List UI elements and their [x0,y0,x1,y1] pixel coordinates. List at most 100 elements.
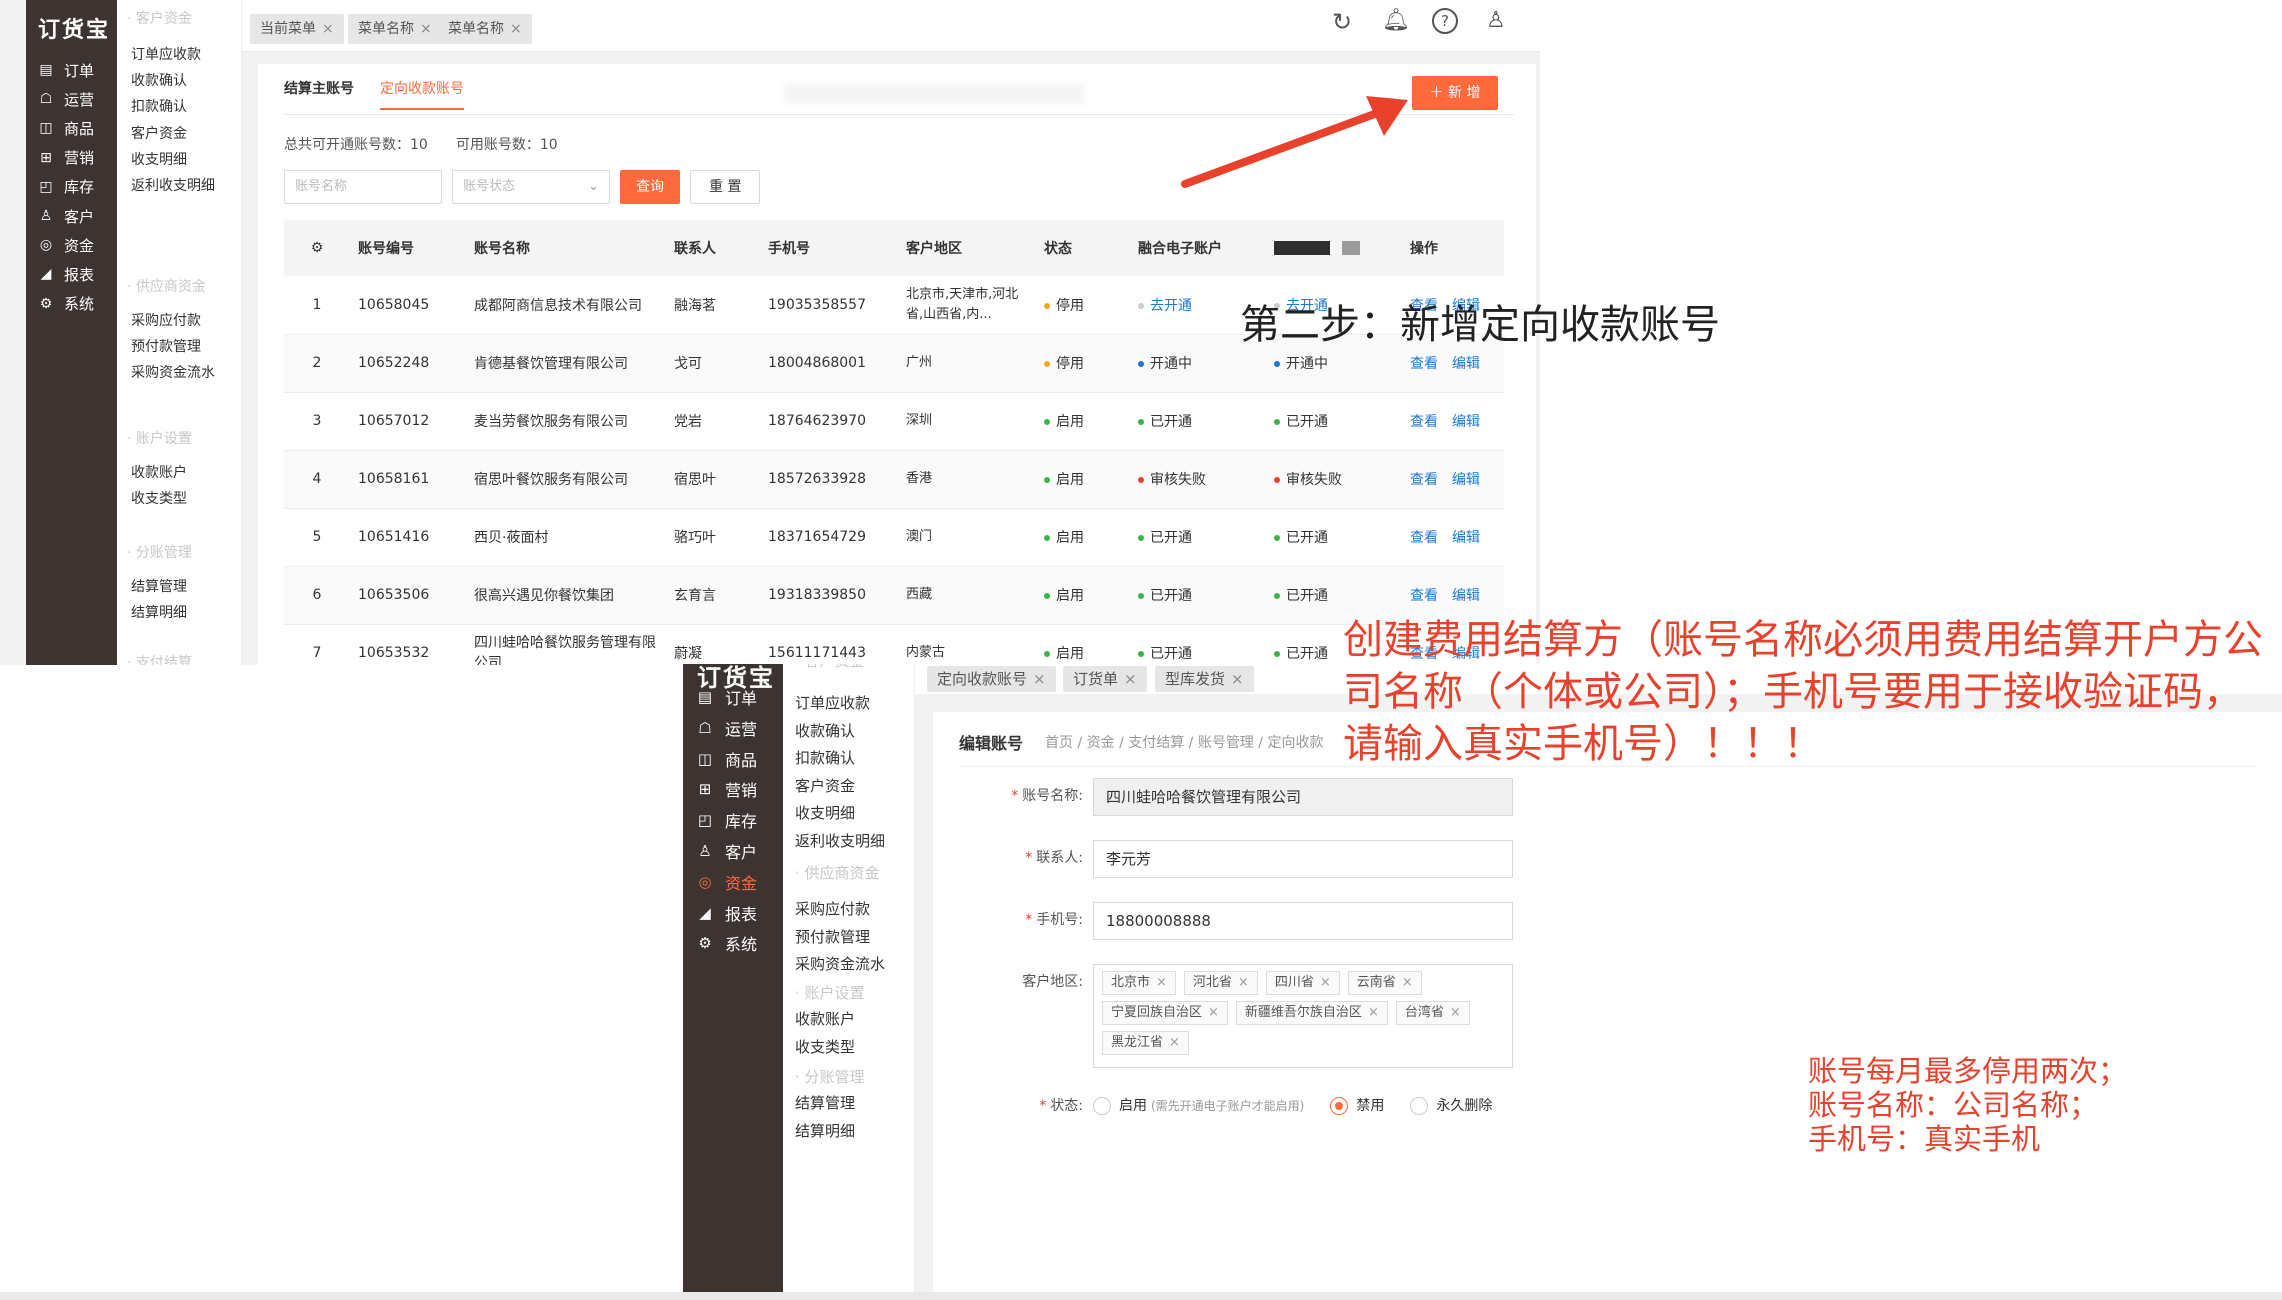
col-account-id: 账号编号 [350,220,466,276]
submenu-item[interactable]: 收款确认 [795,720,855,741]
submenu-item[interactable]: 收支明细 [795,802,855,823]
submenu-item[interactable]: 采购资金流水 [131,362,215,382]
contact-name: 党岩 [666,392,760,451]
tag-close-icon[interactable]: × [1156,975,1167,990]
status-cell-text: 启用 [1056,530,1084,546]
query-button[interactable]: 查询 [620,170,680,204]
sidebar-item-4[interactable]: ◰ 库存 [36,175,94,199]
tag-close-icon[interactable]: × [1208,1005,1219,1020]
tab-main-account[interactable]: 结算主账号 [284,78,354,110]
submenu-item[interactable]: 结算管理 [131,576,187,596]
submenu-item[interactable]: 结算明细 [131,602,187,622]
fusion-account-cell-text[interactable]: 去开通 [1150,298,1192,314]
submenu-item[interactable]: 预付款管理 [131,336,201,356]
bell-icon[interactable]: 🔔︎ [1382,8,1410,33]
sidebar-item-0[interactable]: ▤ 订单 [695,684,757,710]
account-id: 10652248 [350,334,466,393]
sidebar-item-1[interactable]: ☖ 运营 [36,87,94,111]
submenu-item[interactable]: 收款账户 [131,462,187,482]
tab-directed-account[interactable]: 定向收款账号 [380,78,464,110]
column-settings-icon[interactable]: ⚙ [284,220,350,276]
edit-link[interactable]: 编辑 [1452,588,1480,604]
sidebar-item-4[interactable]: ◰ 库存 [695,807,757,833]
submenu-item[interactable]: 采购资金流水 [795,953,885,974]
sidebar-item-0[interactable]: ▤ 订单 [36,58,94,82]
tag-close-icon[interactable]: × [1169,1035,1180,1050]
submenu-item[interactable]: 收款确认 [131,70,187,90]
submenu-item[interactable]: 收支明细 [131,149,187,169]
account-name-field[interactable]: 四川蛙哈哈餐饮管理有限公司 [1093,778,1513,816]
tag-close-icon[interactable]: × [1320,975,1331,990]
phone-field[interactable]: 18800008888 [1093,902,1513,940]
submenu-item[interactable]: 预付款管理 [795,926,870,947]
submenu-item[interactable]: 客户资金 [795,775,855,796]
row-number: 7 [284,624,350,665]
reset-button[interactable]: 重 置 [690,170,761,204]
status-radio-2[interactable]: 永久删除 [1410,1088,1492,1124]
nav-icon: ♙ [698,842,712,860]
submenu-item[interactable]: 扣款确认 [131,96,187,116]
tab-order[interactable]: 订货单 × [1063,666,1147,692]
sidebar-item-8[interactable]: ⚙ 系统 [36,292,94,316]
tab-directed-account[interactable]: 定向收款账号 × [927,666,1056,692]
tab-current-menu[interactable]: 当前菜单 × [250,14,344,44]
add-button[interactable]: ＋ 新 增 [1412,76,1498,110]
sidebar-item-5[interactable]: ♙ 客户 [695,838,757,864]
contact-name: 宿思叶 [666,450,760,509]
submenu-item[interactable]: 订单应收款 [131,44,201,64]
view-link[interactable]: 查看 [1410,530,1438,546]
submenu-item[interactable]: 采购应付款 [131,310,201,330]
submenu-item[interactable]: 收款账户 [795,1008,855,1029]
nav-icon: ▤ [39,62,53,78]
sidebar-item-5[interactable]: ♙ 客户 [36,204,94,228]
region: 深圳 [898,392,1036,451]
edit-link[interactable]: 编辑 [1452,472,1480,488]
edit-link[interactable]: 编辑 [1452,356,1480,372]
submenu-item[interactable]: 返利收支明细 [795,830,885,851]
status-radio-0[interactable]: 启用 (需先开通电子账户才能启用) [1093,1088,1304,1124]
submenu-item[interactable]: 采购应付款 [795,898,870,919]
sidebar-item-1[interactable]: ☖ 运营 [695,715,757,741]
refresh-icon[interactable]: ↻ [1332,8,1352,36]
sidebar-item-7[interactable]: ◢ 报表 [36,262,94,286]
sidebar-item-8[interactable]: ⚙ 系统 [695,930,757,956]
sidebar-item-label: 营销 [725,781,758,801]
tag-close-icon[interactable]: × [1450,1005,1461,1020]
sidebar-item-6[interactable]: ◎ 资金 [36,233,94,257]
sidebar-item-2[interactable]: ◫ 商品 [36,116,94,140]
submenu-item[interactable]: 结算管理 [795,1092,855,1113]
submenu-item[interactable]: 返利收支明细 [131,175,215,195]
submenu-item[interactable]: 收支类型 [131,488,187,508]
submenu-item[interactable]: 订单应收款 [795,692,870,713]
tab-shipping[interactable]: 型库发货 × [1155,666,1254,692]
view-link[interactable]: 查看 [1410,414,1438,430]
tab-menu-name-2[interactable]: 菜单名称 × [438,14,532,44]
sidebar-item-3[interactable]: ⊞ 营销 [695,776,757,802]
table-row: 3 10657012 麦当劳餐饮服务有限公司 党岩 18764623970 深圳 启用 已开通… [284,392,1504,451]
sidebar-item-7[interactable]: ◢ 报表 [695,900,757,926]
submenu-item[interactable]: 扣款确认 [795,747,855,768]
edit-link[interactable]: 编辑 [1452,414,1480,430]
help-icon[interactable]: ? [1432,8,1458,34]
sidebar-item-3[interactable]: ⊞ 营销 [36,146,94,170]
tag-close-icon[interactable]: × [1402,975,1413,990]
user-icon[interactable]: ♙ [1486,8,1506,33]
sidebar-item-2[interactable]: ◫ 商品 [695,746,757,772]
account-status-select[interactable]: 账号状态 ⌄ [452,170,610,204]
submenu-item[interactable]: 客户资金 [131,123,187,143]
status-cell: 停用 [1036,334,1130,393]
sidebar-item-6[interactable]: ◎ 资金 [695,869,757,895]
tag-close-icon[interactable]: × [1238,975,1249,990]
view-link[interactable]: 查看 [1410,356,1438,372]
view-link[interactable]: 查看 [1410,588,1438,604]
tab-menu-name-1[interactable]: 菜单名称 × [348,14,442,44]
submenu-item[interactable]: 结算明细 [795,1120,855,1141]
tag-close-icon[interactable]: × [1368,1005,1379,1020]
account-name-input[interactable]: 账号名称 [284,170,442,204]
region-tag-select[interactable]: 北京市 × 河北省 × 四川省 × 云南省 × 宁夏回族自治区 × 新疆维吾尔族自治区 × 台湾省 × 黑龙… [1093,964,1513,1068]
edit-link[interactable]: 编辑 [1452,530,1480,546]
submenu-item[interactable]: 收支类型 [795,1036,855,1057]
view-link[interactable]: 查看 [1410,472,1438,488]
contact-field[interactable]: 李元芳 [1093,840,1513,878]
status-radio-1[interactable]: 禁用 [1330,1088,1384,1124]
